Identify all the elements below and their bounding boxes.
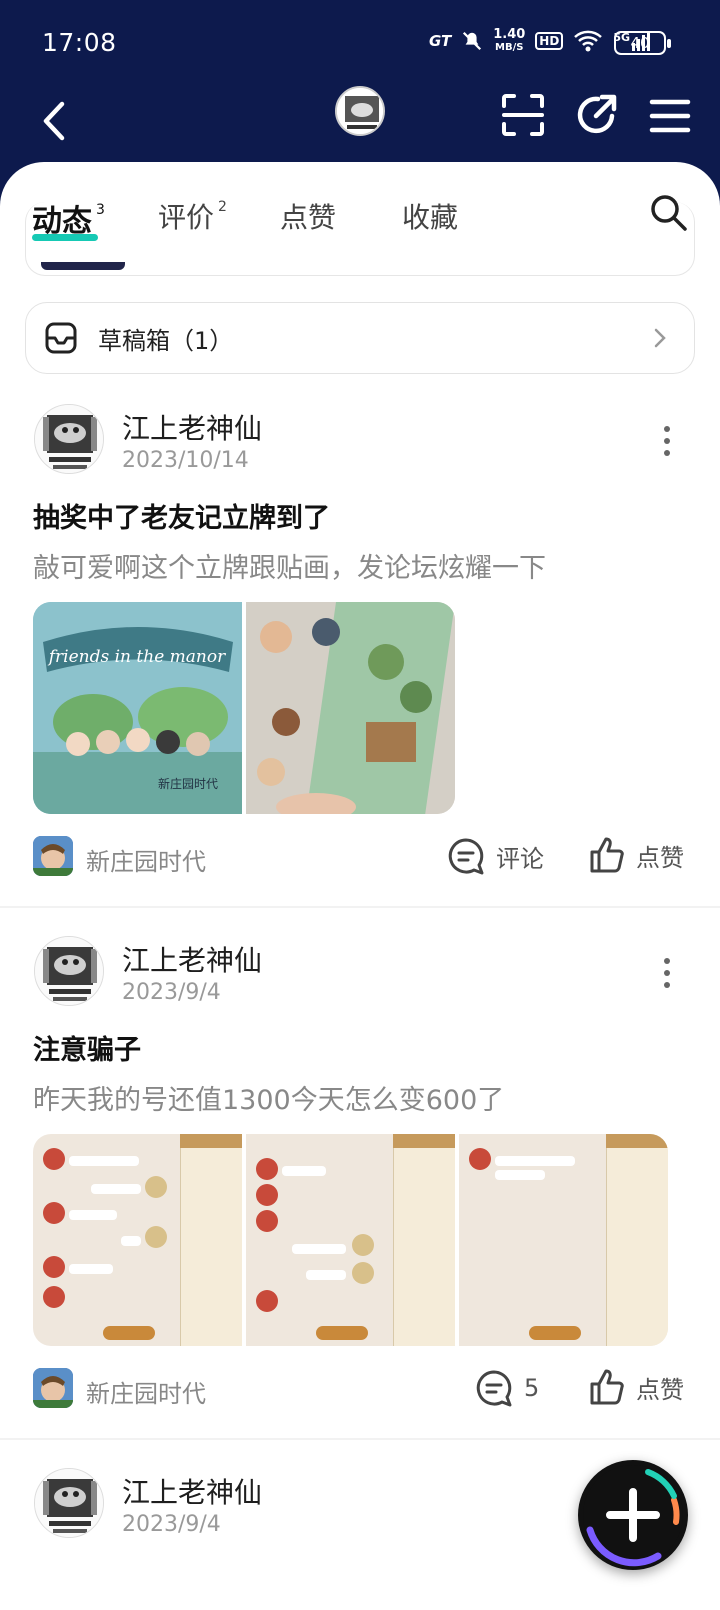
post-image[interactable]	[246, 602, 455, 814]
post-body: 昨天我的号还值1300今天怎么变600了	[33, 1085, 505, 1116]
network-speed: 1.40 MB/S	[493, 27, 526, 53]
like-button[interactable]: 点赞	[588, 1368, 684, 1406]
comment-count: 5	[524, 1374, 540, 1402]
post-image[interactable]: friends in the manor 新庄园时代	[33, 602, 242, 814]
scan-icon[interactable]	[500, 92, 546, 138]
inbox-icon	[45, 322, 77, 354]
drafts-box[interactable]: 草稿箱（1）	[25, 302, 695, 374]
battery-indicator: 40	[614, 31, 671, 55]
post-body: 敲可爱啊这个立牌跟贴画，发论坛炫耀一下	[33, 553, 546, 584]
comment-button[interactable]: 评论	[446, 836, 544, 876]
author-name[interactable]: 江上老神仙	[122, 1471, 262, 1511]
post-image[interactable]	[246, 1134, 455, 1346]
hd-badge: HD	[535, 32, 564, 50]
status-time: 17:08	[42, 28, 117, 57]
comment-label: 评论	[496, 844, 544, 873]
game-name[interactable]: 新庄园时代	[86, 842, 206, 877]
share-icon[interactable]	[574, 92, 620, 138]
post-images	[33, 1134, 668, 1346]
post-title: 抽奖中了老友记立牌到了	[33, 503, 330, 534]
plus-icon	[583, 1465, 683, 1567]
post-image[interactable]	[33, 1134, 242, 1346]
back-arrow-icon[interactable]	[32, 96, 82, 146]
more-options-icon[interactable]	[662, 424, 672, 458]
mute-icon	[463, 31, 482, 51]
post-date: 2023/10/14	[122, 448, 249, 473]
author-avatar[interactable]	[34, 404, 104, 474]
post-title: 注意骗子	[33, 1035, 141, 1066]
thumbs-up-icon	[590, 837, 624, 873]
comment-icon	[476, 1370, 512, 1407]
comment-button[interactable]: 5	[474, 1368, 539, 1408]
like-label: 点赞	[636, 843, 684, 872]
divider	[0, 1438, 720, 1440]
create-post-button[interactable]	[578, 1460, 688, 1570]
content-panel: 动态 3 评价 2 点赞 收藏 草稿箱（1） 江上老神仙 2023/10/14 抽奖…	[0, 162, 720, 1610]
image-logo-text: 新庄园时代	[158, 776, 218, 791]
author-avatar[interactable]	[34, 1468, 104, 1538]
top-nav	[0, 86, 720, 166]
post-images: friends in the manor 新庄园时代	[33, 602, 455, 814]
previous-card-edge	[25, 202, 695, 276]
chevron-right-icon	[654, 328, 666, 348]
wifi-icon	[574, 30, 603, 52]
post-image[interactable]	[459, 1134, 668, 1346]
profile-avatar[interactable]	[335, 86, 385, 136]
status-bar: 17:08 GT 1.40 MB/S HD 5G 40	[0, 0, 720, 86]
image-caption: friends in the manor	[47, 647, 226, 667]
game-icon[interactable]	[33, 1368, 73, 1408]
brand-indicator: GT	[428, 32, 452, 50]
post-date: 2023/9/4	[122, 980, 221, 1005]
post-date: 2023/9/4	[122, 1512, 221, 1537]
like-label: 点赞	[636, 1375, 684, 1404]
post-footer: 新庄园时代 5 点赞	[0, 1368, 720, 1412]
game-name[interactable]: 新庄园时代	[86, 1374, 206, 1409]
divider	[0, 906, 720, 908]
comment-icon	[448, 838, 484, 875]
menu-icon[interactable]	[648, 94, 692, 138]
more-options-icon[interactable]	[662, 956, 672, 990]
like-button[interactable]: 点赞	[588, 836, 684, 874]
author-name[interactable]: 江上老神仙	[122, 939, 262, 979]
game-icon[interactable]	[33, 836, 73, 876]
drafts-label: 草稿箱（1）	[98, 326, 234, 355]
author-name[interactable]: 江上老神仙	[122, 407, 262, 447]
post-footer: 新庄园时代 评论 点赞	[0, 836, 720, 880]
author-avatar[interactable]	[34, 936, 104, 1006]
thumbs-up-icon	[590, 1369, 624, 1405]
